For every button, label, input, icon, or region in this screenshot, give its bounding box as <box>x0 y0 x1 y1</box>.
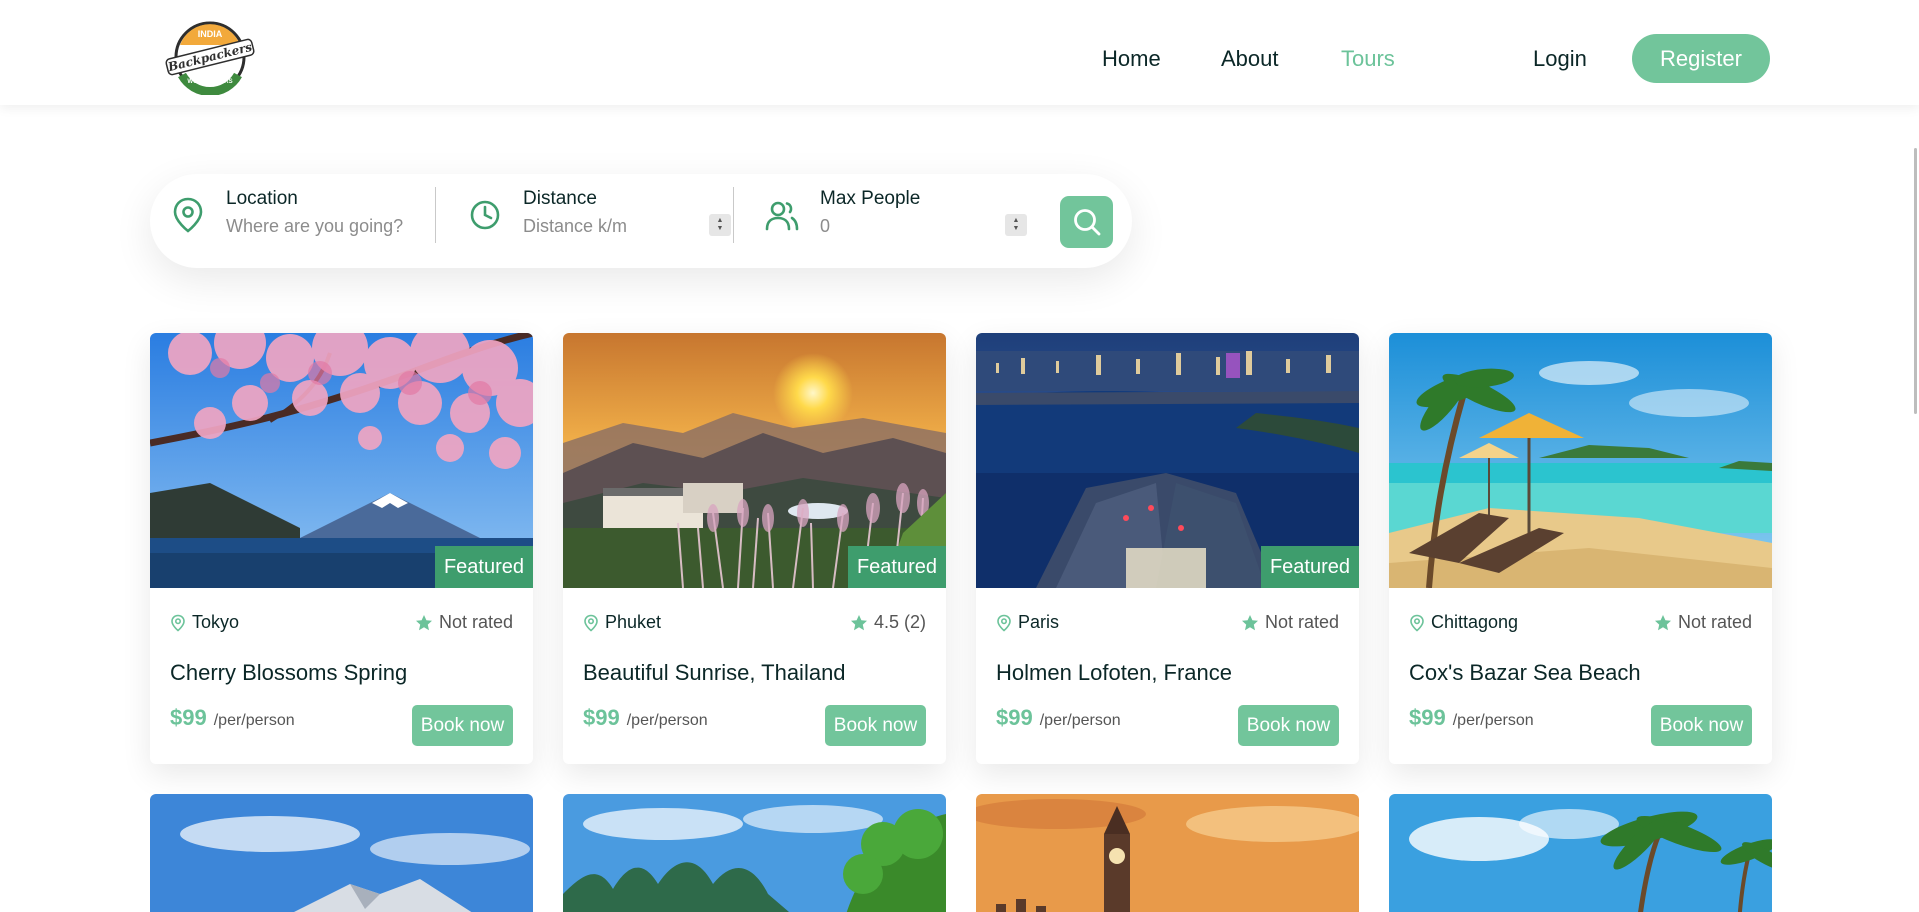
featured-badge: Featured <box>1261 546 1359 588</box>
tour-image[interactable]: Featured <box>563 333 946 588</box>
distance-field[interactable]: Distance Distance k/m ▲ ▼ <box>467 174 737 268</box>
tour-image[interactable]: Featured <box>150 333 533 588</box>
book-now-button[interactable]: Book now <box>1238 705 1339 746</box>
tour-card: Featured Tokyo Not rated Cherry Blossoms… <box>150 333 533 764</box>
featured-badge: Featured <box>848 546 946 588</box>
tour-image[interactable] <box>976 794 1359 912</box>
tour-city: Paris <box>1018 612 1060 632</box>
max-people-stepper[interactable]: ▲ ▼ <box>1005 214 1027 236</box>
brand-logo[interactable]: INDIA Backpackers WORLD TOURS <box>164 19 256 96</box>
book-now-button[interactable]: Book now <box>1651 705 1752 746</box>
tour-rating-text: Not rated <box>1677 612 1752 632</box>
search-divider <box>435 187 436 243</box>
book-now-button[interactable]: Book now <box>412 705 513 746</box>
tour-rating: Not rated <box>1241 612 1339 633</box>
tour-card: Chittagong Not rated Cox's Bazar Sea Bea… <box>1389 333 1772 764</box>
svg-text:WORLD TOURS: WORLD TOURS <box>187 79 232 85</box>
book-now-button[interactable]: Book now <box>825 705 926 746</box>
tour-rating-text: 4.5 (2) <box>873 612 926 632</box>
distance-stepper[interactable]: ▲ ▼ <box>709 214 731 236</box>
star-icon <box>850 614 867 630</box>
tour-price-amount: $99 <box>583 705 620 730</box>
tour-price: $99 /per/person <box>583 705 708 731</box>
tour-title[interactable]: Beautiful Sunrise, Thailand <box>583 660 846 686</box>
location-field[interactable]: Location Where are you going? <box>170 174 440 268</box>
map-pin-icon <box>171 614 185 632</box>
tour-card: Featured Phuket 4.5 (2) Beautiful Sunris… <box>563 333 946 764</box>
tour-card: Featured Paris Not rated Holmen Lofoten,… <box>976 333 1359 764</box>
site-header: INDIA Backpackers WORLD TOURS Home About… <box>0 0 1919 105</box>
tour-rating: 4.5 (2) <box>850 612 926 633</box>
tour-rating-text: Not rated <box>1264 612 1339 632</box>
search-icon <box>1073 209 1100 236</box>
max-people-input[interactable]: 0 <box>820 216 830 237</box>
max-people-field[interactable]: Max People 0 ▲ ▼ <box>764 174 1034 268</box>
nav-tours[interactable]: Tours <box>1341 46 1395 72</box>
register-button[interactable]: Register <box>1632 34 1770 83</box>
tour-city: Chittagong <box>1431 612 1519 632</box>
featured-badge: Featured <box>435 546 533 588</box>
search-bar: Location Where are you going? Distance D… <box>150 174 1132 268</box>
nav-about[interactable]: About <box>1221 46 1279 72</box>
star-icon <box>1241 614 1258 630</box>
tour-image[interactable] <box>1389 333 1772 588</box>
tour-rating-text: Not rated <box>438 612 513 632</box>
tour-image[interactable]: Featured <box>976 333 1359 588</box>
map-pin-icon <box>584 614 598 632</box>
search-divider <box>733 187 734 243</box>
nav-home[interactable]: Home <box>1102 46 1161 72</box>
svg-text:INDIA: INDIA <box>198 29 223 39</box>
tour-image[interactable] <box>150 794 533 912</box>
map-pin-icon <box>170 195 206 235</box>
tour-price-amount: $99 <box>996 705 1033 730</box>
tour-location: Paris <box>996 612 1059 633</box>
tour-price: $99 /per/person <box>170 705 295 731</box>
tour-price: $99 /per/person <box>1409 705 1534 731</box>
tour-price-unit: /per/person <box>1452 712 1534 729</box>
tour-price-amount: $99 <box>1409 705 1446 730</box>
tour-location: Phuket <box>583 612 661 633</box>
tour-price-unit: /per/person <box>1039 712 1121 729</box>
star-icon <box>1654 614 1671 630</box>
users-icon <box>764 195 800 235</box>
map-pin-icon <box>997 614 1011 632</box>
tour-city: Phuket <box>605 612 662 632</box>
tour-price-unit: /per/person <box>213 712 295 729</box>
location-label: Location <box>226 188 298 209</box>
page-scrollbar[interactable] <box>1914 148 1917 414</box>
star-icon <box>415 614 432 630</box>
tour-price: $99 /per/person <box>996 705 1121 731</box>
tour-title[interactable]: Cox's Bazar Sea Beach <box>1409 660 1641 686</box>
clock-icon <box>467 195 503 235</box>
tour-location: Chittagong <box>1409 612 1518 633</box>
tour-price-amount: $99 <box>170 705 207 730</box>
max-people-label: Max People <box>820 188 921 209</box>
distance-label: Distance <box>523 188 597 209</box>
tour-location: Tokyo <box>170 612 239 633</box>
distance-input[interactable]: Distance k/m <box>523 216 627 237</box>
tour-price-unit: /per/person <box>626 712 708 729</box>
tour-rating: Not rated <box>415 612 513 633</box>
login-button[interactable]: Login <box>1533 46 1587 72</box>
map-pin-icon <box>1410 614 1424 632</box>
tour-title[interactable]: Holmen Lofoten, France <box>996 660 1232 686</box>
tour-title[interactable]: Cherry Blossoms Spring <box>170 660 407 686</box>
tour-rating: Not rated <box>1654 612 1752 633</box>
search-button[interactable] <box>1060 196 1113 248</box>
tour-image[interactable] <box>563 794 946 912</box>
tour-image[interactable] <box>1389 794 1772 912</box>
tour-city: Tokyo <box>192 612 240 632</box>
location-input[interactable]: Where are you going? <box>226 216 403 237</box>
